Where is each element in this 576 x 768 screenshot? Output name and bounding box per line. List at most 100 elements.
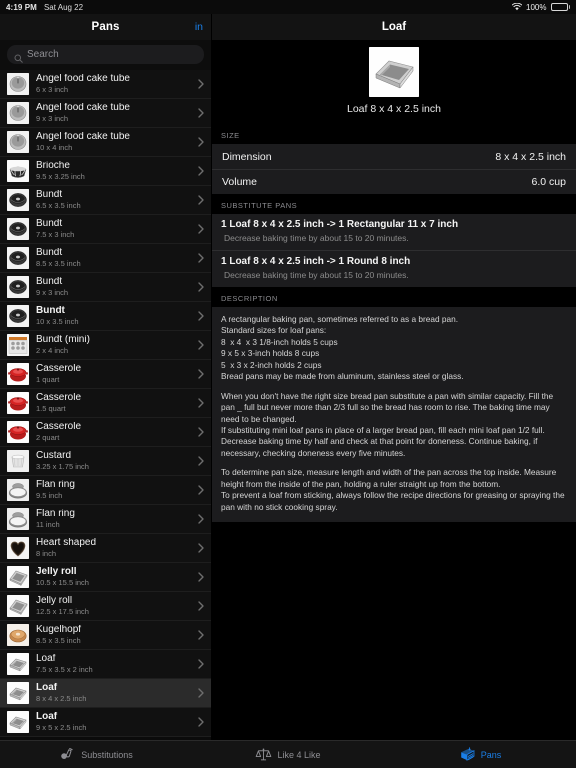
list-item[interactable]: Bundt 7.5 x 3 inch [0, 215, 211, 244]
list-item-title: Angel food cake tube [36, 132, 130, 143]
hero-section: Loaf 8 x 4 x 2.5 inch [212, 40, 576, 124]
list-item[interactable]: Bundt 9 x 3 inch [0, 273, 211, 302]
battery-percent: 100% [526, 2, 547, 12]
list-item-subtitle: 2 quart [36, 432, 60, 442]
list-item-subtitle: 10 x 4 inch [36, 142, 73, 152]
list-item-text: Angel food cake tube 9 x 3 inch [36, 103, 190, 123]
list-item[interactable]: Bundt 8.5 x 3.5 inch [0, 244, 211, 273]
list-item-subtitle: 8 x 4 x 2.5 inch [36, 693, 87, 703]
list-item-text: Jelly roll 12.5 x 17.5 inch [36, 596, 190, 616]
wifi-icon [512, 3, 523, 11]
list-item[interactable]: Flan ring 11 inch [0, 505, 211, 534]
list-item[interactable]: Casserole 1 quart [0, 360, 211, 389]
list-item-title: Loaf [36, 654, 56, 665]
list-item[interactable]: Brioche 9.5 x 3.25 inch [0, 157, 211, 186]
chevron-right-icon [197, 282, 205, 292]
list-item-title: Jelly roll [36, 567, 77, 578]
list-item-title: Kugelhopf [36, 625, 82, 636]
tab-substitutions[interactable]: Substitutions [0, 741, 192, 768]
list-item-title: Bundt [36, 306, 65, 317]
list-item-subtitle: 6 x 3 inch [36, 84, 69, 94]
battery-icon [550, 3, 570, 11]
jelly-roll-pan-icon [7, 595, 29, 617]
scale-balance-icon [255, 746, 272, 763]
list-item-title: Casserole [36, 422, 82, 433]
chevron-right-icon [197, 108, 205, 118]
description-card: A rectangular baking pan, sometimes refe… [212, 307, 576, 522]
chevron-right-icon [197, 514, 205, 524]
chevron-right-icon [197, 659, 205, 669]
search-input[interactable]: Search [7, 45, 204, 64]
list-item[interactable]: Bundt (mini) 2 x 4 inch [0, 331, 211, 360]
list-item[interactable]: Angel food cake tube 6 x 3 inch [0, 70, 211, 99]
tab-pans[interactable]: Pans [384, 741, 576, 768]
list-item[interactable]: Casserole 1.5 quart [0, 389, 211, 418]
list-item-text: Bundt 8.5 x 3.5 inch [36, 248, 190, 268]
list-item[interactable]: Loaf 8 x 4 x 2.5 inch [0, 679, 211, 708]
tab-like-4-like[interactable]: Like 4 Like [192, 741, 384, 768]
list-item-title: Jelly roll [36, 596, 73, 607]
flan-ring-icon [7, 479, 29, 501]
chevron-right-icon [197, 195, 205, 205]
chevron-right-icon [197, 485, 205, 495]
bundt-pan-icon [7, 218, 29, 240]
list-item[interactable]: Casserole 2 quart [0, 418, 211, 447]
size-row-value: 8 x 4 x 2.5 inch [495, 150, 566, 163]
search-placeholder: Search [27, 49, 59, 60]
list-item-subtitle: 11 inch [36, 519, 60, 529]
chevron-right-icon [197, 543, 205, 553]
list-item[interactable]: Angel food cake tube 10 x 4 inch [0, 128, 211, 157]
tube-pan-icon [7, 131, 29, 153]
list-item[interactable]: Heart shaped 8 inch [0, 534, 211, 563]
list-item[interactable]: Bundt 10 x 3.5 inch [0, 302, 211, 331]
custard-cup-icon [7, 450, 29, 472]
list-item-subtitle: 9 x 3 inch [36, 113, 69, 123]
loaf-pan-icon [7, 682, 29, 704]
sidebar-edit-button[interactable]: in [195, 21, 203, 33]
tab-label: Like 4 Like [277, 749, 321, 760]
list-item-subtitle: 10.5 x 15.5 inch [36, 577, 89, 587]
list-item-title: Casserole [36, 393, 82, 404]
chevron-right-icon [197, 224, 205, 234]
list-item[interactable]: Loaf 9 x 5 x 2.5 inch [0, 708, 211, 737]
hero-caption: Loaf 8 x 4 x 2.5 inch [347, 103, 441, 115]
casserole-icon [7, 363, 29, 385]
list-item-text: Custard 3.25 x 1.75 inch [36, 451, 190, 471]
list-item-text: Bundt 10 x 3.5 inch [36, 306, 190, 326]
detail-title: Loaf [381, 21, 407, 33]
substitute-pan-note: Decrease baking time by about 15 to 20 m… [224, 233, 409, 243]
bundt-pan-icon [7, 189, 29, 211]
detail-scroll-area[interactable]: Loaf 8 x 4 x 2.5 inch SIZE Dimension 8 x … [212, 40, 576, 740]
list-item[interactable]: Jelly roll 12.5 x 17.5 inch [0, 592, 211, 621]
chevron-right-icon [197, 572, 205, 582]
casserole-icon [7, 392, 29, 414]
list-item[interactable]: Bundt 6.5 x 3.5 inch [0, 186, 211, 215]
substitute-pan-conversion: 1 Loaf 8 x 4 x 2.5 inch -> 1 Rectangular… [221, 219, 459, 230]
list-item[interactable]: Jelly roll 10.5 x 15.5 inch [0, 563, 211, 592]
search-container: Search [0, 40, 211, 70]
substitute-section-header: SUBSTITUTE PANS [212, 194, 576, 214]
list-item-subtitle: 7.5 x 3 inch [36, 229, 75, 239]
list-item[interactable]: Flan ring 9.5 inch [0, 476, 211, 505]
size-row: Volume 6.0 cup [212, 169, 576, 194]
substitutions-icon [59, 746, 76, 763]
pan-list[interactable]: Angel food cake tube 6 x 3 inch Angel food… [0, 70, 211, 740]
bundt-pan-icon [7, 305, 29, 327]
flan-ring-icon [7, 508, 29, 530]
list-item-title: Loaf [36, 683, 58, 694]
size-row-label: Volume [222, 176, 258, 188]
list-item[interactable]: Angel food cake tube 9 x 3 inch [0, 99, 211, 128]
list-item-text: Bundt 6.5 x 3.5 inch [36, 190, 190, 210]
list-item-subtitle: 8.5 x 3.5 inch [36, 635, 81, 645]
list-item[interactable]: Custard 3.25 x 1.75 inch [0, 447, 211, 476]
list-item-title: Bundt [36, 248, 63, 259]
substitute-pan-item[interactable]: 1 Loaf 8 x 4 x 2.5 inch -> 1 Rectangular… [212, 214, 576, 250]
substitute-pan-item[interactable]: 1 Loaf 8 x 4 x 2.5 inch -> 1 Round 8 inc… [212, 250, 576, 287]
list-item[interactable]: Loaf 7.5 x 3.5 x 2 inch [0, 650, 211, 679]
list-item-text: Casserole 2 quart [36, 422, 190, 442]
list-item[interactable]: Kugelhopf 8.5 x 3.5 inch [0, 621, 211, 650]
chevron-right-icon [197, 253, 205, 263]
size-row: Dimension 8 x 4 x 2.5 inch [212, 144, 576, 169]
list-item-text: Brioche 9.5 x 3.25 inch [36, 161, 190, 181]
list-item-title: Loaf [36, 712, 58, 723]
